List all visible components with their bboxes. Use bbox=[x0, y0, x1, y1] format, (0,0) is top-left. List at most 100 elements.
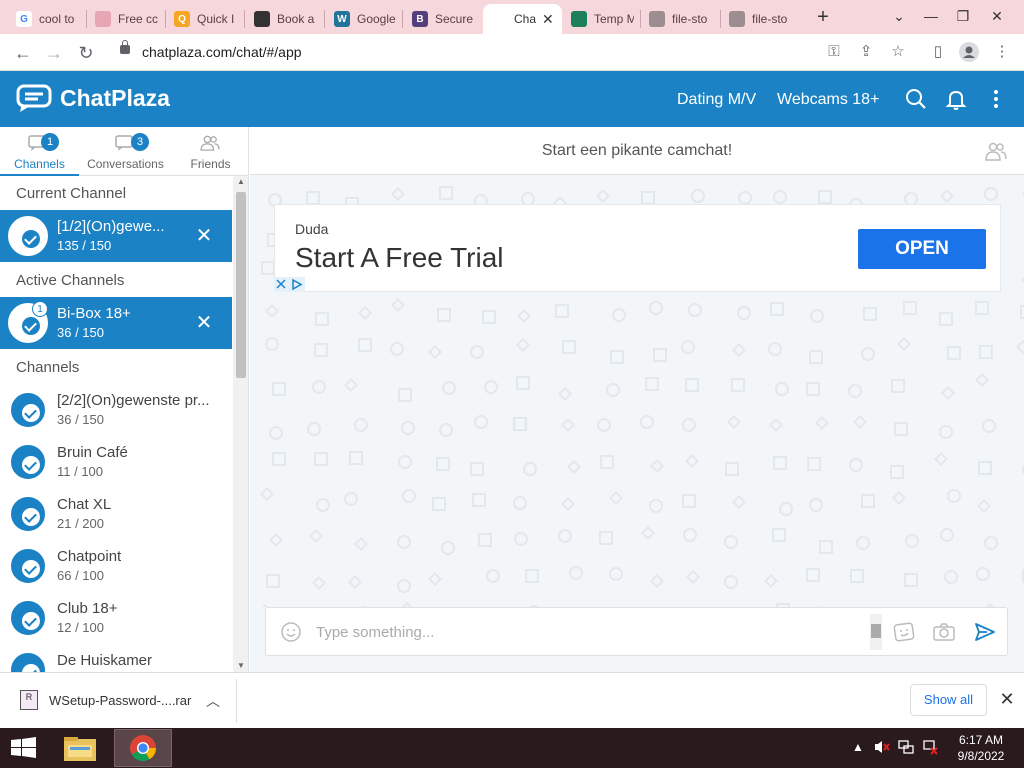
leave-channel-close-icon[interactable]: ✕ bbox=[194, 313, 214, 333]
browser-tab[interactable]: Temp M bbox=[563, 4, 640, 34]
window-close-icon[interactable]: ✕ bbox=[982, 5, 1012, 27]
pattern-shape bbox=[682, 418, 696, 432]
back-icon[interactable]: ← bbox=[10, 40, 36, 66]
browser-menu-icon[interactable]: ⋮ bbox=[990, 40, 1014, 64]
pattern-shape bbox=[354, 418, 368, 432]
share-icon[interactable]: ⇪ bbox=[854, 40, 878, 64]
pattern-shape bbox=[890, 465, 904, 479]
bookmark-star-icon[interactable]: ☆ bbox=[886, 40, 910, 64]
browser-tab[interactable]: Gcool to bbox=[8, 4, 86, 34]
network-icon[interactable] bbox=[898, 739, 914, 779]
download-filename[interactable]: WSetup-Password-....rar bbox=[49, 693, 191, 708]
scrollbar-thumb[interactable] bbox=[236, 192, 246, 378]
ad-open-button[interactable]: OPEN bbox=[858, 229, 986, 269]
sticker-icon[interactable] bbox=[893, 621, 915, 643]
chrome-taskbar-icon[interactable] bbox=[114, 729, 172, 767]
pattern-shape bbox=[770, 302, 784, 316]
search-icon[interactable] bbox=[904, 87, 928, 111]
system-clock[interactable]: 6:17 AM 9/8/2022 bbox=[948, 732, 1014, 764]
minimize-icon[interactable]: — bbox=[916, 5, 946, 27]
nav-dating-link[interactable]: Dating M/V bbox=[677, 91, 756, 109]
key-icon[interactable]: ⚿ bbox=[822, 40, 846, 64]
pattern-shape bbox=[344, 378, 358, 392]
tab-title: Free cc bbox=[118, 12, 158, 26]
tab-favicon-icon: W bbox=[334, 11, 350, 27]
tab-channels[interactable]: 1 Channels bbox=[0, 127, 79, 176]
file-explorer-icon[interactable] bbox=[52, 729, 110, 767]
active-channel-item[interactable]: 1 Bi-Box 18+ 36 / 150 ✕ bbox=[0, 297, 232, 349]
browser-tab[interactable]: Book a bbox=[246, 4, 324, 34]
browser-tab[interactable]: Cha✕ bbox=[483, 4, 562, 34]
pattern-shape bbox=[514, 532, 528, 546]
emoji-icon[interactable] bbox=[280, 621, 302, 643]
composer-scrollbar[interactable] bbox=[870, 614, 882, 650]
tab-conversations[interactable]: 3 Conversations bbox=[79, 127, 172, 176]
pattern-shape bbox=[314, 452, 328, 466]
chatplaza-logo[interactable]: ChatPlaza bbox=[16, 84, 170, 112]
download-options-chevron-icon[interactable]: ︿ bbox=[204, 691, 222, 711]
app-menu-icon[interactable] bbox=[984, 87, 1008, 111]
tab-close-icon[interactable]: ✕ bbox=[542, 11, 554, 28]
channel-avatar bbox=[8, 216, 48, 256]
channel-list-item[interactable]: Chatpoint66 / 100 bbox=[0, 540, 232, 592]
rar-file-icon[interactable]: R bbox=[20, 690, 38, 710]
channel-list-item[interactable]: Bruin Café11 / 100 bbox=[0, 436, 232, 488]
send-icon[interactable] bbox=[974, 621, 996, 643]
tab-title: Google bbox=[357, 12, 397, 26]
message-input[interactable] bbox=[316, 620, 856, 644]
current-channel-item[interactable]: [1/2](On)gewe... 135 / 150 ✕ bbox=[0, 210, 232, 262]
ad-choices-icon[interactable] bbox=[274, 277, 305, 292]
camera-icon[interactable] bbox=[933, 621, 955, 643]
pattern-shape bbox=[1020, 305, 1024, 319]
ad-banner[interactable]: Duda Start A Free Trial OPEN bbox=[274, 204, 1001, 292]
browser-tab[interactable]: Free cc bbox=[87, 4, 165, 34]
new-tab-button[interactable]: + bbox=[812, 6, 834, 28]
scroll-up-arrow-icon[interactable]: ▲ bbox=[233, 176, 249, 188]
pattern-shape bbox=[939, 425, 953, 439]
browser-tab[interactable]: W Google bbox=[326, 4, 402, 34]
pattern-shape bbox=[482, 310, 496, 324]
tab-search-icon[interactable]: ⌄ bbox=[884, 5, 914, 27]
volume-muted-icon[interactable] bbox=[874, 739, 890, 779]
address-bar[interactable]: chatplaza.com/chat/#/app bbox=[108, 38, 918, 66]
url-text[interactable]: chatplaza.com/chat/#/app bbox=[142, 44, 302, 60]
channel-list-item[interactable]: De Huiskamer bbox=[0, 644, 232, 672]
pattern-shape bbox=[612, 308, 626, 322]
close-download-bar-icon[interactable]: ✕ bbox=[996, 687, 1018, 711]
pattern-shape bbox=[681, 340, 695, 354]
leave-channel-close-icon[interactable]: ✕ bbox=[194, 226, 214, 246]
browser-tab[interactable]: file-sto bbox=[641, 4, 720, 34]
browser-tab[interactable]: BSecure bbox=[404, 4, 481, 34]
tab-friends[interactable]: Friends bbox=[172, 127, 249, 176]
tab-separator bbox=[244, 10, 245, 28]
pattern-shape bbox=[390, 342, 404, 356]
profile-avatar-icon[interactable] bbox=[957, 40, 981, 64]
forward-icon[interactable]: → bbox=[41, 40, 67, 66]
check-icon bbox=[22, 404, 40, 422]
action-center-icon[interactable] bbox=[922, 739, 938, 779]
tab-title: cool to bbox=[39, 12, 79, 26]
composer-scrollbar-thumb[interactable] bbox=[871, 624, 881, 638]
nav-webcams-link[interactable]: Webcams 18+ bbox=[777, 91, 879, 109]
side-panel-icon[interactable]: ▯ bbox=[926, 40, 950, 64]
lock-icon[interactable] bbox=[120, 45, 130, 54]
bell-icon[interactable] bbox=[944, 87, 968, 111]
reload-icon[interactable]: ↻ bbox=[73, 40, 99, 66]
pattern-shape bbox=[358, 306, 372, 320]
active-channels-heading: Active Channels bbox=[16, 272, 124, 289]
users-list-icon[interactable] bbox=[985, 141, 1007, 166]
channel-list-item[interactable]: Club 18+12 / 100 bbox=[0, 592, 232, 644]
sidebar-scrollbar[interactable]: ▲ ▼ bbox=[233, 176, 249, 672]
channel-list-item[interactable]: Chat XL21 / 200 bbox=[0, 488, 232, 540]
windows-start-icon[interactable] bbox=[0, 728, 48, 768]
browser-tab[interactable]: file-sto bbox=[721, 4, 800, 34]
browser-tab[interactable]: QQuick I bbox=[166, 4, 244, 34]
restore-icon[interactable]: ❐ bbox=[948, 5, 978, 27]
show-all-downloads-button[interactable]: Show all bbox=[910, 684, 987, 716]
channel-list-item[interactable]: [2/2](On)gewenste pr...36 / 150 bbox=[0, 384, 232, 436]
scroll-down-arrow-icon[interactable]: ▼ bbox=[233, 660, 249, 672]
show-hidden-icons[interactable]: ▲ bbox=[852, 740, 864, 780]
pattern-shape bbox=[807, 457, 821, 471]
pattern-shape bbox=[894, 422, 908, 436]
channel-count: 66 / 100 bbox=[57, 568, 104, 583]
